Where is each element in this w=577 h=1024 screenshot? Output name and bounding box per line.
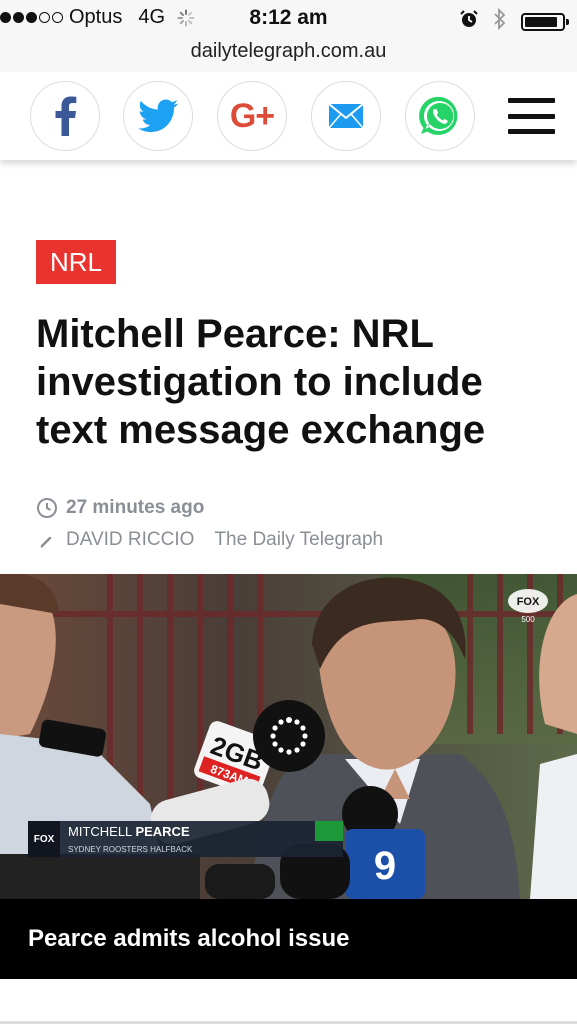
alarm-icon (459, 9, 479, 34)
facebook-icon (55, 96, 77, 136)
hamburger-menu-icon[interactable] (508, 98, 555, 134)
clock-icon (37, 498, 57, 518)
article-byline: DAVID RICCIO The Daily Telegraph (36, 529, 383, 551)
whatsapp-share-button[interactable] (405, 81, 475, 151)
timestamp-text: 27 minutes ago (66, 497, 205, 518)
facebook-share-button[interactable] (30, 81, 100, 151)
fox-sports-logo: FOX (517, 596, 540, 608)
twitter-share-button[interactable] (123, 81, 193, 151)
status-bar: Optus 4G 8:12 am (0, 0, 577, 36)
share-bar: G+ (0, 72, 577, 160)
category-tag[interactable]: NRL (36, 240, 117, 284)
address-bar[interactable]: dailytelegraph.com.au (0, 36, 577, 73)
lower-third-logo: FOX (34, 834, 55, 845)
article-headline: Mitchell Pearce: NRL investigation to in… (36, 312, 486, 452)
email-icon (328, 103, 364, 129)
bluetooth-icon (493, 7, 507, 35)
fox-sports-channel: 500 (521, 615, 535, 624)
status-right (459, 7, 569, 35)
twitter-icon (138, 99, 178, 132)
author-name[interactable]: DAVID RICCIO (66, 529, 194, 551)
mic-channel9-label: 9 (374, 844, 396, 888)
lower-third-first-name: MITCHELL (68, 824, 132, 839)
battery-icon (521, 12, 569, 31)
video-loading-spinner-icon (253, 700, 325, 772)
publication-name: The Daily Telegraph (214, 529, 384, 550)
lower-third-subtitle: SYDNEY ROOSTERS HALFBACK (68, 845, 193, 854)
email-share-button[interactable] (311, 81, 381, 151)
battery-fill (525, 16, 557, 27)
svg-text:MITCHELL PEARCE: MITCHELL PEARCE (68, 824, 190, 839)
pencil-icon (40, 536, 52, 548)
google-plus-icon: G+ (229, 96, 275, 135)
article-timestamp: 27 minutes ago (36, 497, 204, 519)
hero-video[interactable]: 2GB 873AM 9 FOX MITCHELL PEARCE SYDNEY R… (0, 574, 577, 899)
video-caption: Pearce admits alcohol issue (0, 899, 577, 979)
lower-third-last-name: PEARCE (135, 824, 190, 839)
google-plus-share-button[interactable]: G+ (217, 81, 287, 151)
whatsapp-icon (419, 96, 458, 135)
